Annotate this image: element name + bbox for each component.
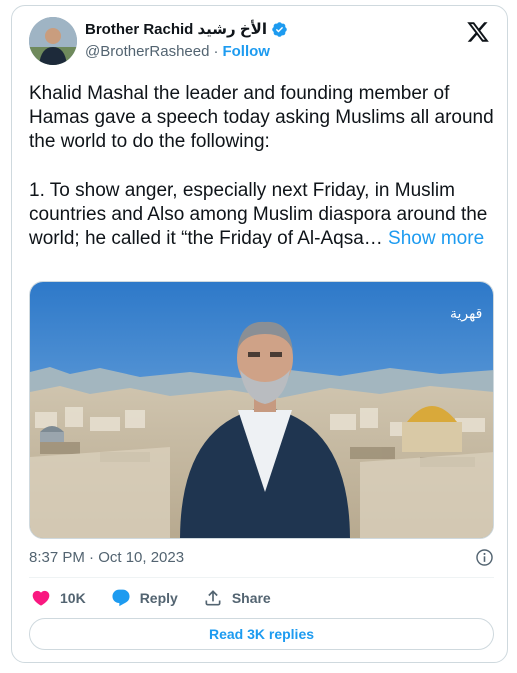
read-replies-button[interactable]: Read 3K replies: [29, 618, 494, 650]
tweet-header: Brother Rachid الأخ رشيد @BrotherRasheed…: [12, 6, 507, 68]
handle[interactable]: @BrotherRasheed: [85, 43, 209, 60]
handle-separator: ·: [213, 43, 219, 60]
tweet-card: Brother Rachid الأخ رشيد @BrotherRasheed…: [11, 5, 508, 663]
media-watermark: قهرية: [450, 306, 482, 322]
display-name[interactable]: Brother Rachid الأخ رشيد: [85, 20, 267, 38]
like-count: 10K: [60, 590, 86, 606]
reply-label: Reply: [139, 590, 178, 606]
share-button[interactable]: Share: [203, 588, 271, 608]
follow-button[interactable]: Follow: [222, 43, 270, 60]
tweet-actions: 10K Reply Share: [31, 587, 296, 609]
timestamp-row: 8:37 PM · Oct 10, 2023: [29, 547, 494, 567]
verified-badge-icon: [271, 21, 288, 38]
reply-button[interactable]: Reply: [111, 588, 178, 608]
like-button[interactable]: 10K: [31, 588, 86, 608]
show-more-link[interactable]: Show more: [388, 228, 484, 249]
info-icon[interactable]: [475, 548, 494, 567]
tweet-media-image[interactable]: قهرية: [29, 281, 494, 539]
share-label: Share: [231, 590, 271, 606]
heart-icon: [32, 590, 50, 606]
divider: [29, 577, 494, 578]
avatar[interactable]: [29, 17, 77, 65]
reply-bubble-icon: [112, 589, 130, 607]
timestamp[interactable]: 8:37 PM · Oct 10, 2023: [29, 549, 184, 566]
tweet-text: Khalid Mashal the leader and founding me…: [29, 82, 494, 251]
name-row: Brother Rachid الأخ رشيد: [85, 20, 288, 38]
handle-row: @BrotherRasheed · Follow: [85, 43, 270, 60]
x-logo-icon[interactable]: [466, 20, 490, 44]
share-icon: [205, 590, 221, 606]
tweet-body: Khalid Mashal the leader and founding me…: [29, 83, 494, 250]
